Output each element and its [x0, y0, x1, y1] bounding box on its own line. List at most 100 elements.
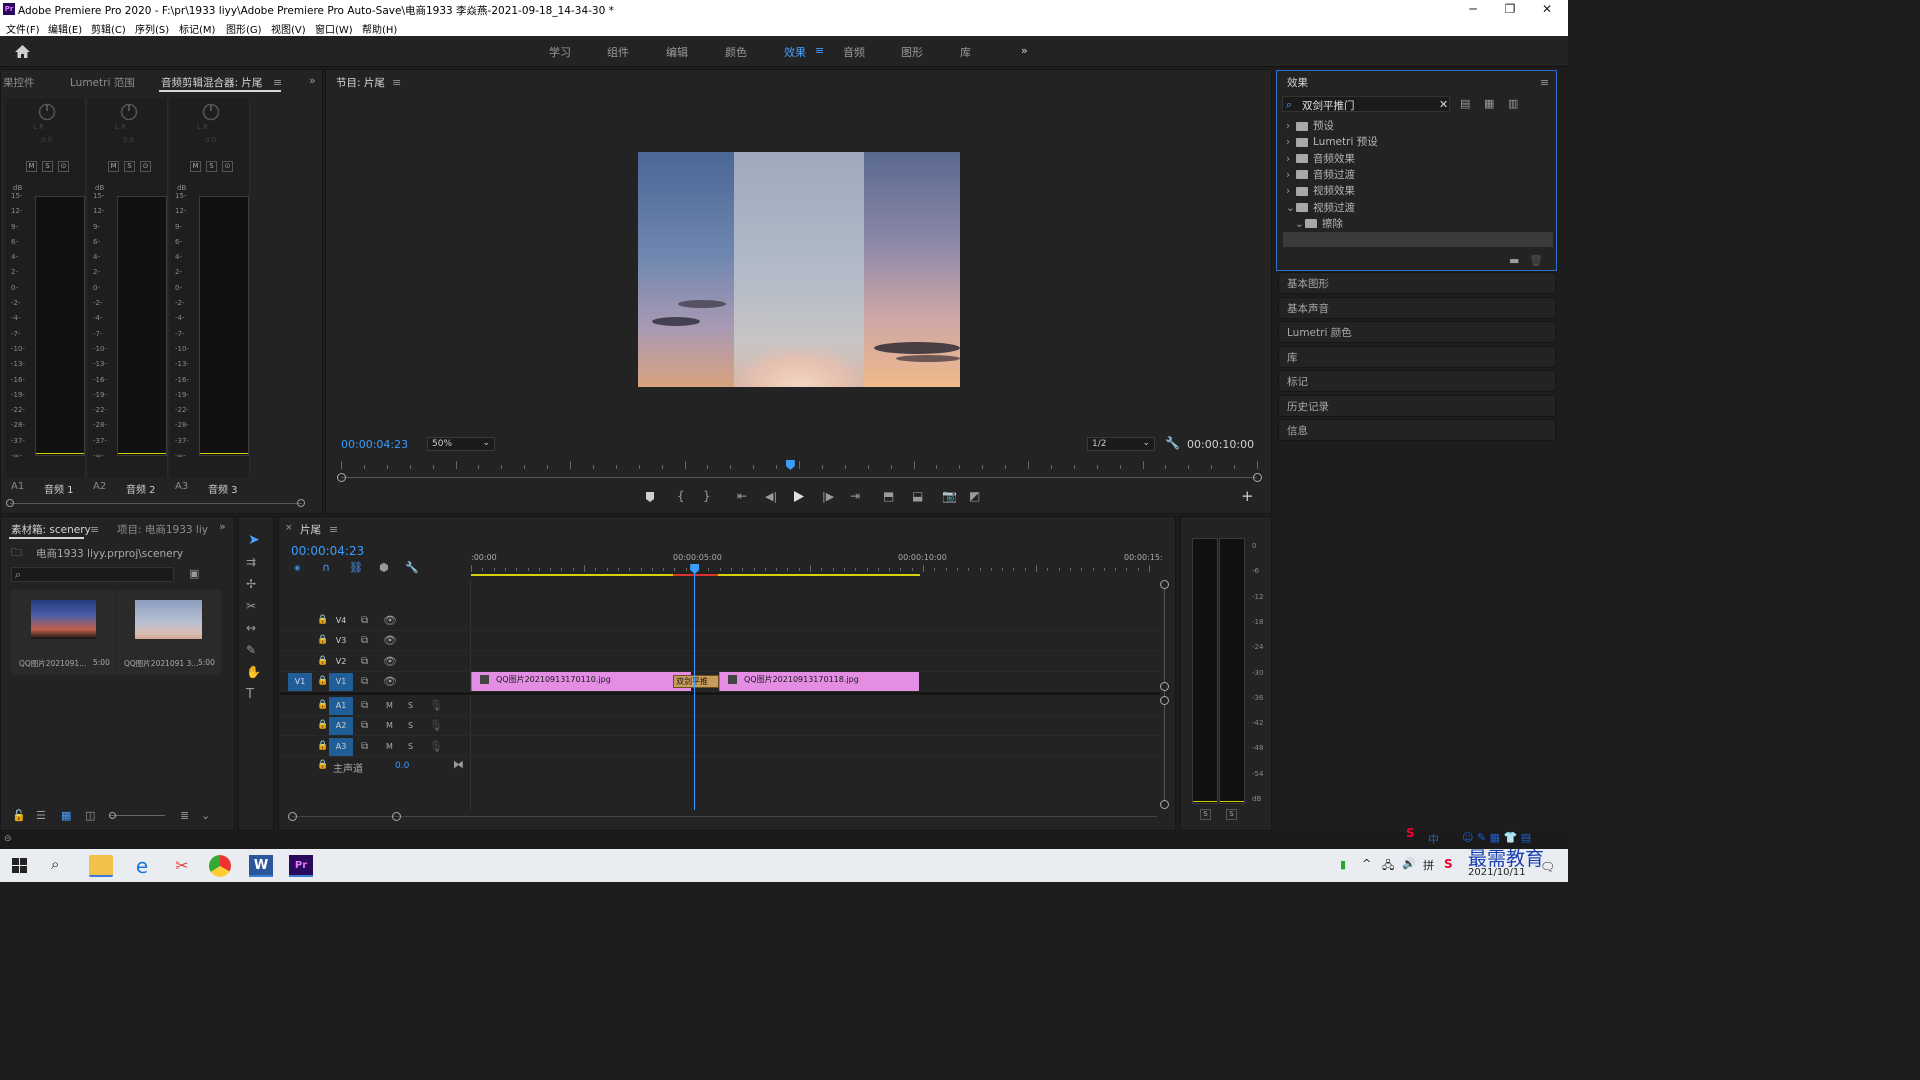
step-forward-icon[interactable]: |▶: [822, 491, 834, 502]
go-to-out-icon[interactable]: ⇥: [850, 490, 860, 502]
more-workspaces-icon[interactable]: »: [1021, 44, 1028, 57]
ime-tray-icon[interactable]: 拼: [1423, 857, 1434, 873]
scroll-handle[interactable]: [1160, 800, 1169, 809]
solo-button[interactable]: S: [408, 742, 413, 751]
timeline-current-timecode[interactable]: 00:00:04:23: [291, 544, 364, 558]
scroll-handle[interactable]: [1160, 696, 1169, 705]
scroll-handle-left[interactable]: [337, 473, 346, 482]
effects-tree-item[interactable]: › 视频效果: [1286, 183, 1355, 198]
chevron-right-icon[interactable]: ›: [1286, 136, 1296, 148]
go-to-in-icon[interactable]: ⇤: [737, 490, 747, 502]
effects-tree-item[interactable]: ⌄ 擦除: [1295, 216, 1343, 231]
lock-icon[interactable]: 🔒: [317, 721, 328, 730]
track-target-button[interactable]: A3: [329, 737, 353, 756]
mark-out-icon[interactable]: }: [703, 490, 711, 502]
wrench-icon[interactable]: 🔧: [1165, 437, 1180, 449]
notification-icon[interactable]: 🗨: [1540, 860, 1555, 874]
mute-button[interactable]: M: [26, 161, 37, 172]
source-patch-v1[interactable]: V1: [288, 673, 312, 691]
bin-item[interactable]: QQ图片2021091 3... 5:00: [117, 590, 221, 675]
menu-help[interactable]: 帮助(H): [362, 21, 397, 36]
program-current-timecode[interactable]: 00:00:04:23: [341, 438, 408, 451]
sync-lock-icon[interactable]: ⧉: [361, 677, 368, 687]
track-target-button[interactable]: A2: [329, 717, 353, 736]
panel-menu-icon[interactable]: ≡: [273, 77, 282, 88]
scroll-handle-left[interactable]: [6, 499, 14, 507]
collapsed-panel[interactable]: [1278, 370, 1556, 392]
collapsed-panel-title[interactable]: Lumetri 颜色: [1287, 325, 1352, 340]
pan-knob-icon[interactable]: [202, 103, 220, 121]
workspace-menu-icon[interactable]: ≡: [815, 44, 824, 57]
eye-icon[interactable]: 👁: [383, 615, 397, 626]
collapsed-panel-title[interactable]: 库: [1287, 350, 1298, 365]
solo-button[interactable]: S: [42, 161, 53, 172]
lock-icon[interactable]: 🔒: [317, 616, 328, 625]
collapsed-panel-title[interactable]: 基本图形: [1287, 276, 1329, 291]
icon-view-icon[interactable]: ▦: [61, 810, 71, 821]
go-to-next-edit-icon[interactable]: ⧓: [453, 759, 464, 770]
scroll-handle-right[interactable]: [1253, 473, 1262, 482]
timeline-horizontal-scrollbar[interactable]: [292, 816, 1157, 817]
chevron-right-icon[interactable]: ›: [1286, 185, 1296, 197]
slip-tool-icon[interactable]: ↔: [246, 622, 256, 634]
eye-icon[interactable]: 👁: [383, 676, 397, 687]
collapsed-panel[interactable]: [1278, 419, 1556, 441]
lock-icon[interactable]: 🔒: [317, 741, 328, 751]
ime-toolbar-icons[interactable]: ☺ ✎ ▦ 👕 ▤: [1462, 831, 1531, 844]
expand-panels-icon[interactable]: »: [219, 521, 226, 532]
timeline-ruler[interactable]: [471, 565, 1161, 572]
eye-icon[interactable]: 👁: [383, 635, 397, 646]
home-icon[interactable]: [14, 44, 31, 59]
timeline-vertical-scrollbar[interactable]: [1164, 580, 1165, 805]
menu-graphics[interactable]: 图形(G): [226, 21, 262, 36]
workspace-audio[interactable]: 音频: [843, 44, 865, 60]
timeline-settings-icon[interactable]: 🔧: [405, 562, 419, 573]
sync-lock-icon[interactable]: ⧉: [361, 636, 368, 646]
video-clip[interactable]: QQ图片20210913170110.jpg: [471, 672, 691, 691]
expand-panels-icon[interactable]: »: [309, 75, 316, 86]
effects-tree-item[interactable]: › 音频过渡: [1286, 167, 1355, 182]
collapsed-panel-title[interactable]: 信息: [1287, 423, 1308, 438]
premiere-app-icon[interactable]: Pr: [289, 855, 313, 877]
mic-icon[interactable]: 🎙: [429, 720, 443, 731]
word-app-icon[interactable]: W: [249, 855, 273, 877]
collapsed-panel[interactable]: [1278, 345, 1556, 368]
tab-audio-clip-mixer[interactable]: 音频剪辑混合器: 片尾: [161, 75, 262, 90]
export-frame-icon[interactable]: 📷: [942, 490, 957, 502]
track-select-tool-icon[interactable]: ⇉: [246, 556, 256, 568]
chevron-down-icon[interactable]: ⌄: [1286, 202, 1296, 214]
collapsed-panel-title[interactable]: 标记: [1287, 374, 1308, 389]
solo-button[interactable]: S: [124, 161, 135, 172]
workspace-learn[interactable]: 学习: [549, 44, 571, 60]
tab-bin-scenery[interactable]: 素材箱: scenery: [11, 522, 91, 537]
lock-icon[interactable]: 🔒: [317, 656, 328, 666]
32bit-effects-icon[interactable]: ▦: [1484, 98, 1494, 109]
sync-lock-icon[interactable]: ⧉: [361, 721, 368, 731]
chrome-browser-icon[interactable]: [209, 855, 231, 877]
mark-in-icon[interactable]: {: [677, 490, 685, 502]
add-marker-icon[interactable]: ⬢: [379, 562, 389, 573]
scroll-handle[interactable]: [1160, 682, 1169, 691]
menu-clip[interactable]: 剪辑(C): [91, 21, 126, 36]
effects-tree-item[interactable]: ⌄ 视频过渡: [1286, 200, 1355, 215]
snap-icon[interactable]: ∩: [322, 562, 330, 573]
record-button[interactable]: ⊙: [140, 161, 151, 172]
record-button[interactable]: ⊙: [222, 161, 233, 172]
button-editor-plus-icon[interactable]: +: [1241, 489, 1254, 504]
bin-item[interactable]: QQ图片2021091... 5:00: [11, 590, 116, 675]
lock-icon[interactable]: 🔒: [317, 761, 328, 770]
ripple-edit-tool-icon[interactable]: ✢: [246, 578, 256, 590]
razor-tool-icon[interactable]: ✂: [246, 600, 256, 612]
maximize-icon[interactable]: ❐: [1500, 2, 1520, 16]
master-volume[interactable]: 0.0: [395, 761, 409, 771]
zoom-slider[interactable]: [110, 815, 165, 816]
playback-resolution-select[interactable]: 1/2 ⌄: [1087, 437, 1155, 451]
eye-icon[interactable]: 👁: [383, 656, 397, 667]
track-target-button[interactable]: V2: [329, 653, 353, 671]
video-clip[interactable]: QQ图片20210913170118.jpg: [719, 672, 919, 691]
mic-icon[interactable]: 🎙: [429, 700, 443, 711]
bin-search-field[interactable]: ⌕: [11, 567, 174, 582]
scroll-handle-right[interactable]: [392, 812, 401, 821]
workspace-libraries[interactable]: 库: [960, 44, 971, 60]
new-bin-icon[interactable]: ▬: [1509, 255, 1519, 266]
